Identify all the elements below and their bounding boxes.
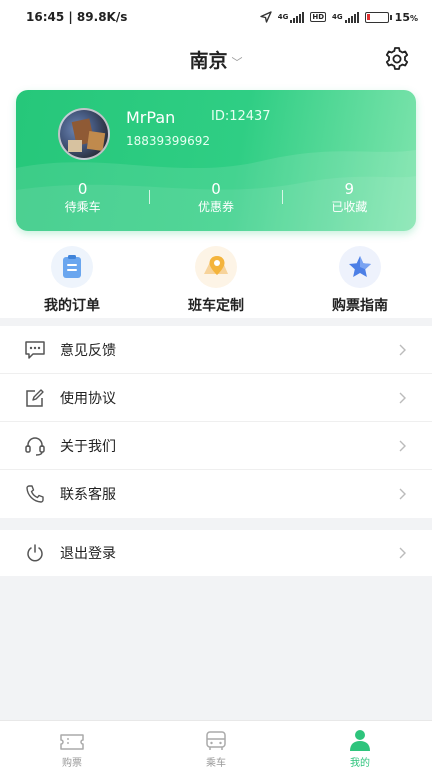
menu-item-feedback[interactable]: 意见反馈 (0, 326, 432, 374)
chevron-down-icon: ﹀ (231, 55, 243, 69)
menu-item-contact-service[interactable]: 联系客服 (0, 470, 432, 518)
battery-percent: 15% (394, 10, 418, 24)
stat-divider (149, 190, 150, 204)
stat-divider (282, 190, 283, 204)
headset-icon (24, 435, 46, 457)
settings-gear-icon[interactable] (384, 46, 410, 72)
quick-action-label: 购票指南 (332, 298, 388, 314)
chat-icon (24, 339, 46, 361)
quick-action-label: 我的订单 (44, 298, 100, 314)
my-orders-button[interactable]: 我的订单 (0, 246, 144, 315)
avatar[interactable] (58, 108, 110, 160)
status-time-speed: 16:45 | 89.8K/s (26, 10, 128, 24)
menu-item-label: 联系客服 (60, 487, 116, 503)
user-phone: 18839399692 (126, 134, 210, 148)
stat-label: 已收藏 (331, 200, 368, 214)
custom-shuttle-button[interactable]: 班车定制 (144, 246, 288, 315)
tab-label: 我的 (350, 758, 370, 768)
network-type-1: 4G (277, 13, 289, 21)
network-type-2: 4G (332, 13, 343, 21)
battery-level (366, 13, 370, 20)
stat-coupons[interactable]: 0 优惠券 (149, 180, 282, 220)
battery-icon (364, 11, 392, 23)
status-icons: 4G HD 4G 15% (260, 11, 418, 24)
stat-value: 9 (344, 180, 355, 198)
username: MrPan (126, 108, 176, 127)
chevron-right-icon (399, 488, 406, 500)
user-icon (350, 730, 370, 751)
profile-card[interactable]: MrPan ID:12437 18839399692 0 待乘车 0 优惠券 9 已收… (16, 90, 416, 231)
quick-action-label: 班车定制 (188, 298, 244, 314)
stat-value: 0 (77, 180, 88, 198)
location-pin-icon (195, 246, 237, 288)
tab-mine[interactable]: 我的 (288, 721, 432, 768)
menu-item-agreement[interactable]: 使用协议 (0, 374, 432, 422)
menu-item-label: 使用协议 (60, 390, 116, 407)
city-selector[interactable]: 南京 ﹀ (0, 46, 432, 73)
chevron-right-icon (399, 440, 406, 451)
location-arrow-icon (260, 11, 272, 23)
signal-2-icon (344, 11, 359, 23)
stat-favorites[interactable]: 9 已收藏 (283, 180, 416, 220)
tab-ride[interactable]: 乘车 (144, 721, 288, 768)
tab-buy-ticket[interactable]: 购票 (0, 721, 144, 768)
stat-value: 0 (211, 180, 221, 198)
edit-document-icon (24, 387, 46, 409)
user-id: ID:12437 (211, 109, 271, 124)
menu-item-about[interactable]: 关于我们 (0, 422, 432, 470)
chevron-right-icon (399, 344, 406, 355)
signal-1-icon (290, 11, 305, 23)
chevron-right-icon (399, 392, 406, 403)
profile-stats: 0 待乘车 0 优惠券 9 已收藏 (16, 180, 416, 220)
chevron-right-icon (399, 547, 406, 559)
settings-menu: 意见反馈 使用协议 关于我们 联系客服 (0, 326, 432, 518)
city-label: 南京 (189, 50, 228, 72)
stat-label: 优惠券 (197, 200, 234, 214)
ticket-guide-button[interactable]: 购票指南 (288, 246, 432, 315)
ticket-icon (60, 734, 84, 750)
bottom-tab-bar: 购票 乘车 我的 (0, 720, 432, 768)
menu-item-label: 意见反馈 (60, 342, 116, 359)
bus-icon (206, 731, 226, 750)
phone-icon (24, 483, 46, 505)
order-icon (51, 246, 93, 288)
status-bar: 16:45 | 89.8K/s 4G HD 4G 15% (0, 0, 432, 34)
logout-button[interactable]: 退出登录 (0, 530, 432, 576)
page-header: 南京 ﹀ (0, 34, 432, 84)
power-icon (24, 542, 46, 564)
stat-pending-ride[interactable]: 0 待乘车 (16, 180, 149, 220)
hd-badge: HD (310, 12, 327, 22)
star-icon (339, 246, 381, 288)
logout-section: 退出登录 (0, 530, 432, 576)
menu-item-label: 关于我们 (60, 438, 116, 455)
tab-label: 乘车 (206, 758, 226, 768)
stat-label: 待乘车 (64, 200, 101, 214)
logout-label: 退出登录 (60, 546, 116, 562)
tab-label: 购票 (62, 758, 82, 768)
quick-actions: 我的订单 班车定制 购票指南 (0, 246, 432, 315)
